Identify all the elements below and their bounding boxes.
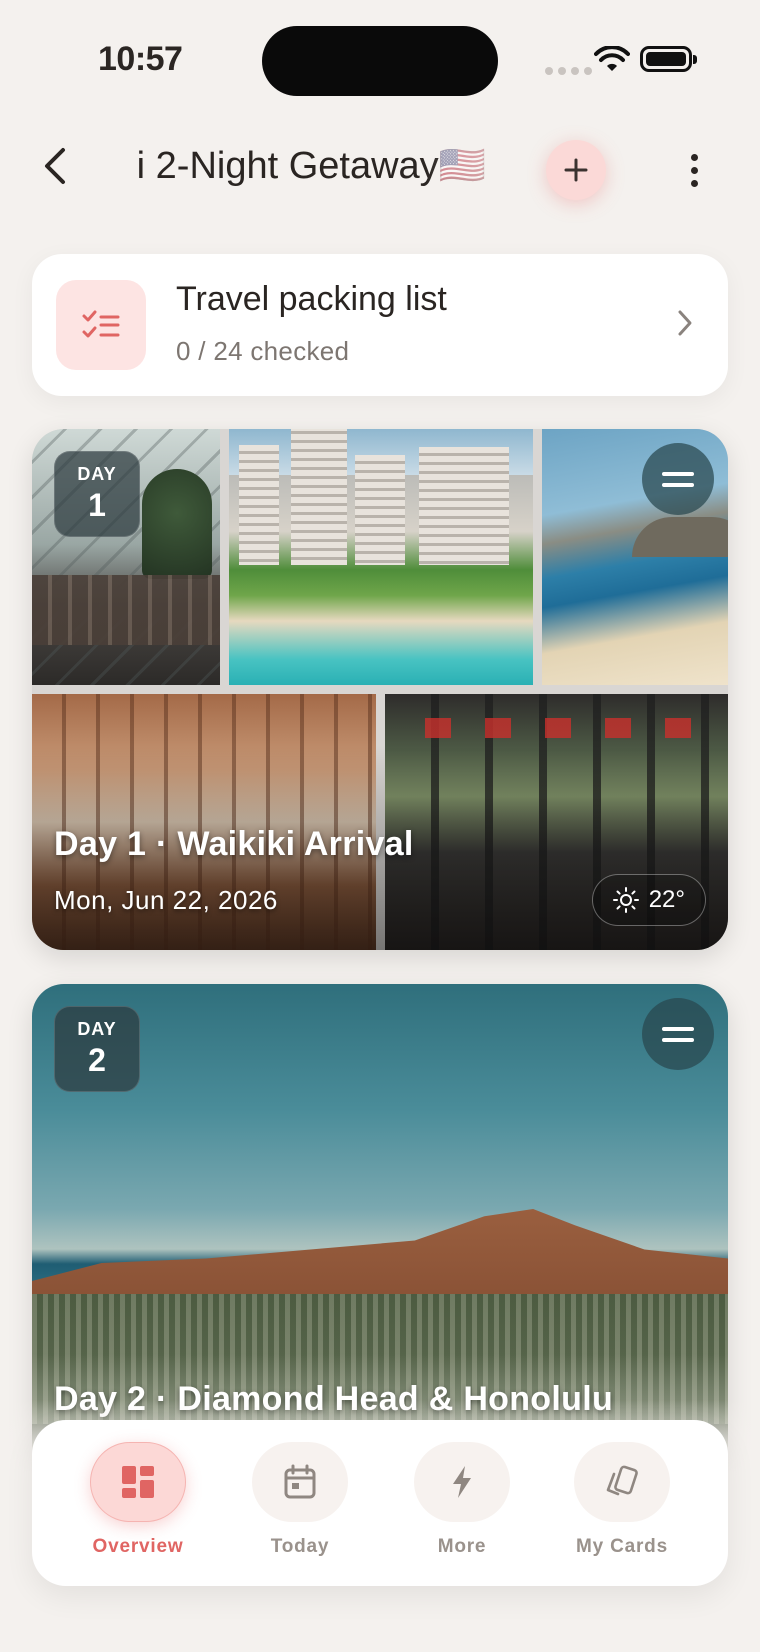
tab-label: My Cards bbox=[576, 1536, 668, 1557]
chevron-left-icon bbox=[45, 148, 65, 184]
tab-more[interactable]: More bbox=[402, 1442, 522, 1568]
reorder-handle-icon[interactable] bbox=[642, 443, 714, 515]
cards-icon bbox=[606, 1465, 638, 1496]
more-options-button[interactable] bbox=[676, 142, 712, 198]
weather-badge: 22° bbox=[591, 874, 706, 926]
tab-overview[interactable]: Overview bbox=[78, 1442, 198, 1568]
wifi-icon bbox=[594, 45, 630, 79]
back-button[interactable] bbox=[30, 136, 80, 196]
bolt-icon bbox=[453, 1466, 471, 1498]
battery-icon bbox=[640, 46, 697, 72]
reorder-handle-icon[interactable] bbox=[642, 998, 714, 1070]
trip-header: aii 2-Night Getaway🇺🇸 bbox=[0, 130, 760, 210]
day-card-1[interactable]: DAY 1 Day 1 · Waikiki Arrival Mon, Jun 2… bbox=[32, 429, 728, 950]
dashboard-icon bbox=[122, 1466, 154, 1498]
day-badge: DAY 1 bbox=[54, 451, 140, 537]
cellular-signal-icon bbox=[545, 67, 592, 75]
packing-list-card[interactable]: Travel packing list 0 / 24 checked bbox=[32, 254, 728, 396]
day-title: Day 1 · Waikiki Arrival bbox=[54, 825, 414, 863]
tab-my-cards[interactable]: My Cards bbox=[562, 1442, 682, 1568]
tab-label: More bbox=[437, 1536, 487, 1557]
chevron-right-icon bbox=[676, 308, 694, 343]
day-date: Mon, Jun 22, 2026 bbox=[54, 885, 278, 915]
packing-list-progress: 0 / 24 checked bbox=[176, 336, 350, 366]
trip-title-text: aii 2-Night Getaway bbox=[136, 145, 439, 187]
bottom-tab-bar: Overview Today More My Cards bbox=[32, 1420, 728, 1586]
tab-label: Overview bbox=[92, 1536, 184, 1557]
dynamic-island bbox=[262, 26, 498, 96]
tab-today[interactable]: Today bbox=[240, 1442, 360, 1568]
add-button[interactable] bbox=[546, 140, 606, 200]
status-time: 10:57 bbox=[98, 40, 183, 78]
checklist-icon bbox=[56, 280, 146, 370]
sun-icon bbox=[612, 887, 639, 913]
home-indicator bbox=[248, 1626, 512, 1636]
status-bar: 10:57 bbox=[0, 0, 760, 130]
calendar-icon bbox=[284, 1464, 316, 1499]
tab-label: Today bbox=[270, 1536, 330, 1557]
day-badge: DAY 2 bbox=[54, 1006, 140, 1092]
packing-list-title: Travel packing list bbox=[176, 280, 447, 318]
temperature: 22° bbox=[648, 886, 685, 913]
waikiki-beach-photo bbox=[229, 429, 533, 685]
plus-icon bbox=[564, 158, 588, 182]
trip-title: aii 2-Night Getaway🇺🇸 bbox=[136, 130, 486, 210]
